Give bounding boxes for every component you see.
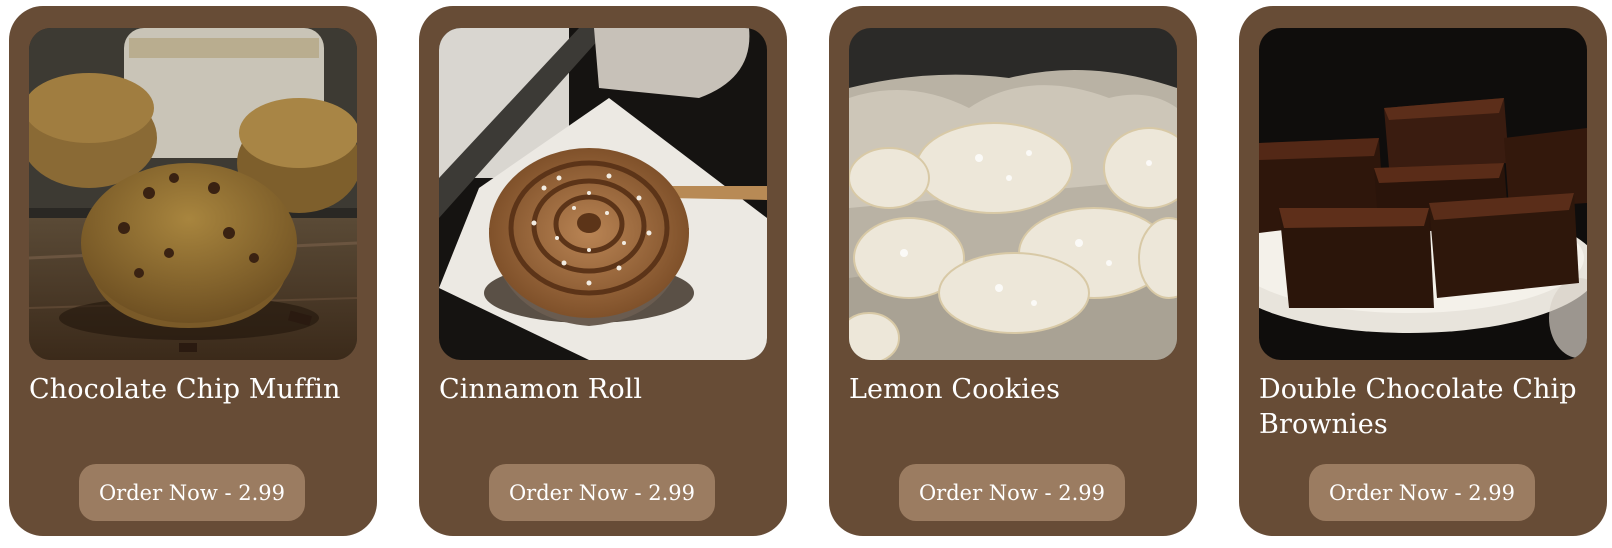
product-grid: Chocolate Chip Muffin Order Now - 2.99 C… <box>9 6 1607 536</box>
lemon-cookies-photo <box>849 28 1177 360</box>
product-title: Lemon Cookies <box>849 374 1061 405</box>
order-now-button[interactable]: Order Now - 2.99 <box>1309 464 1535 521</box>
product-card-double-chocolate-chip-brownies: Double Chocolate Chip Brownies Order Now… <box>1239 6 1607 536</box>
product-title: Double Chocolate Chip Brownies <box>1259 374 1577 440</box>
order-now-button[interactable]: Order Now - 2.99 <box>79 464 305 521</box>
product-title: Cinnamon Roll <box>439 374 643 405</box>
cinnamon-roll-photo <box>439 28 767 360</box>
product-card-chocolate-chip-muffin: Chocolate Chip Muffin Order Now - 2.99 <box>9 6 377 536</box>
product-title: Chocolate Chip Muffin <box>29 374 341 405</box>
product-card-cinnamon-roll: Cinnamon Roll Order Now - 2.99 <box>419 6 787 536</box>
product-card-lemon-cookies: Lemon Cookies Order Now - 2.99 <box>829 6 1197 536</box>
brownies-photo <box>1259 28 1587 360</box>
muffin-photo <box>29 28 357 360</box>
order-now-button[interactable]: Order Now - 2.99 <box>489 464 715 521</box>
order-now-button[interactable]: Order Now - 2.99 <box>899 464 1125 521</box>
